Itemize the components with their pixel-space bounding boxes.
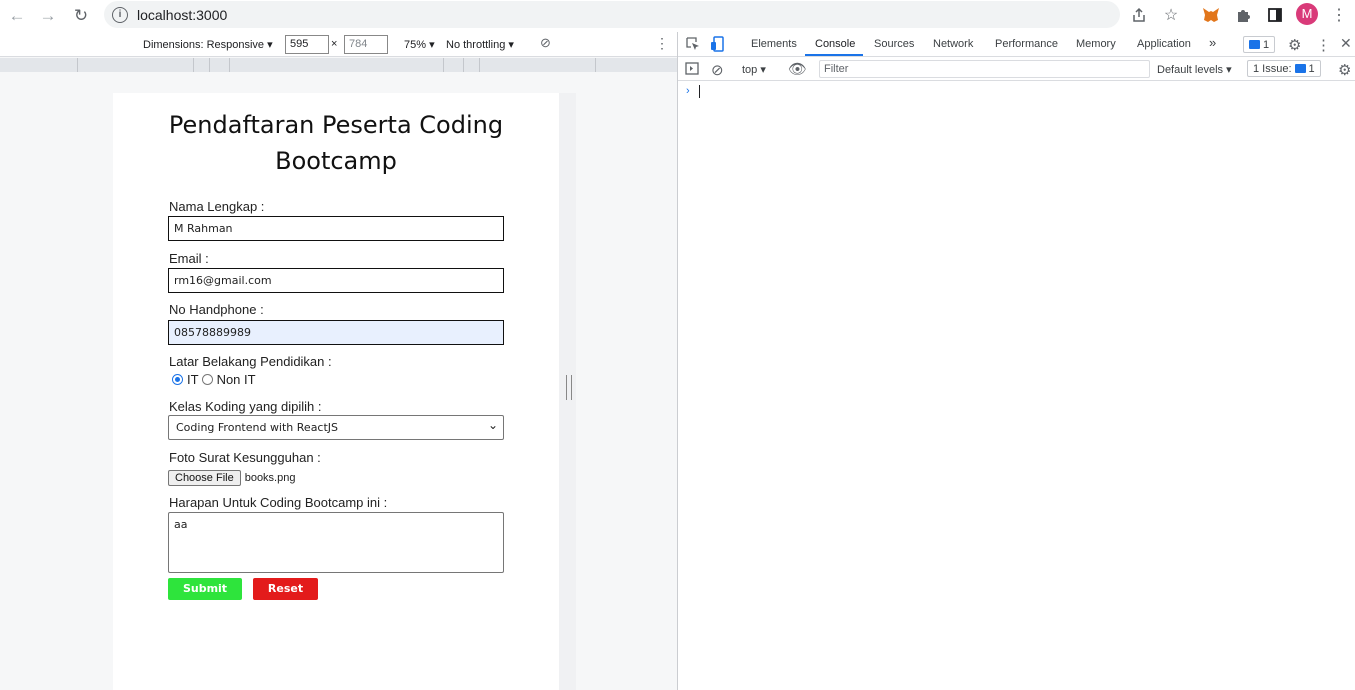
issues-counter-label: 1 Issue: <box>1253 62 1292 75</box>
zoom-label: 75% <box>404 39 427 51</box>
more-icon[interactable]: ⋮ <box>1316 36 1331 54</box>
clear-console-icon[interactable]: ⊘ <box>711 61 724 79</box>
page-title: Pendaftaran Peserta Coding Bootcamp <box>168 111 504 175</box>
browser-toolbar: ← → ↻ i localhost:3000 ☆ M ⋮ <box>0 0 1355 32</box>
console-input-caret[interactable] <box>699 85 700 98</box>
message-icon <box>1249 40 1260 49</box>
rotate-icon[interactable]: ⊘ <box>540 35 551 51</box>
star-icon[interactable]: ☆ <box>1160 4 1182 26</box>
issues-badge[interactable]: 1 <box>1243 36 1276 53</box>
console-settings-icon[interactable]: ⚙ <box>1338 61 1351 79</box>
email-input[interactable]: rm16@gmail.com <box>168 268 504 293</box>
photo-label: Foto Surat Kesungguhan : <box>169 450 321 465</box>
emulated-viewport: Pendaftaran Peserta Coding Bootcamp Nama… <box>113 93 559 690</box>
resize-handle[interactable] <box>566 375 572 400</box>
devtools-panel: Elements Console Sources Network Perform… <box>677 32 1355 690</box>
share-icon[interactable] <box>1128 4 1150 26</box>
issues-counter-count: 1 <box>1308 62 1315 75</box>
issues-badge-count: 1 <box>1263 38 1270 51</box>
tab-memory[interactable]: Memory <box>1076 38 1116 50</box>
tab-console[interactable]: Console <box>815 38 855 50</box>
hope-label: Harapan Untuk Coding Bootcamp ini : <box>169 495 388 510</box>
settings-icon[interactable]: ⚙ <box>1288 36 1301 54</box>
radio-it[interactable] <box>172 374 183 385</box>
profile-avatar[interactable]: M <box>1296 3 1318 25</box>
context-dropdown[interactable]: top ▾ <box>742 63 766 76</box>
info-icon[interactable]: i <box>112 6 128 23</box>
message-icon <box>1294 64 1306 73</box>
more-options-icon[interactable]: ⋮ <box>655 35 669 52</box>
forward-icon[interactable]: → <box>37 5 59 27</box>
console-toolbar: ⊘ top ▾ 👁 Filter Default levels ▾ 1 Issu… <box>678 58 1355 81</box>
phone-input[interactable]: 08578889989 <box>168 320 504 345</box>
device-toolbar: Dimensions: Responsive ▾ 595 × 784 75% ▾… <box>0 32 677 57</box>
log-levels-label: Default levels <box>1157 64 1224 76</box>
zoom-dropdown[interactable]: 75% ▾ <box>404 38 435 51</box>
eye-icon[interactable]: 👁 <box>788 60 807 78</box>
inspect-element-icon[interactable] <box>686 37 700 51</box>
tab-performance[interactable]: Performance <box>995 38 1058 50</box>
sidebar-toggle-icon[interactable] <box>685 62 699 75</box>
class-select[interactable]: Coding Frontend with ReactJS ⌄ <box>168 415 504 440</box>
throttling-dropdown[interactable]: No throttling ▾ <box>446 38 514 51</box>
submit-button[interactable]: Submit <box>168 578 242 600</box>
context-label: top <box>742 64 758 76</box>
file-name: books.png <box>244 472 296 484</box>
throttling-label: No throttling <box>446 39 506 51</box>
radio-non-it[interactable] <box>201 374 213 385</box>
console-prompt: › <box>686 85 690 97</box>
reset-button[interactable]: Reset <box>253 578 318 600</box>
file-input: Choose File books.png <box>168 470 295 486</box>
education-radio-group: IT Non IT <box>172 372 256 387</box>
dimensions-dropdown[interactable]: Dimensions: Responsive ▾ <box>143 38 273 51</box>
name-input[interactable]: M Rahman <box>168 216 504 241</box>
tab-sources[interactable]: Sources <box>874 38 914 50</box>
address-bar[interactable]: i localhost:3000 <box>104 1 1120 28</box>
menu-icon[interactable]: ⋮ <box>1328 4 1350 26</box>
log-levels-dropdown[interactable]: Default levels ▾ <box>1157 63 1232 76</box>
class-select-value: Coding Frontend with ReactJS <box>176 421 339 434</box>
tab-application[interactable]: Application <box>1137 38 1191 50</box>
devtools-tabbar: Elements Console Sources Network Perform… <box>678 32 1355 57</box>
sidepanel-icon[interactable] <box>1264 4 1286 26</box>
metamask-icon[interactable] <box>1200 4 1222 26</box>
extensions-icon[interactable] <box>1232 4 1254 26</box>
device-toggle-icon[interactable] <box>710 36 724 52</box>
close-icon[interactable]: ✕ <box>1340 35 1352 52</box>
width-input[interactable]: 595 <box>285 35 329 54</box>
name-label: Nama Lengkap : <box>169 199 265 214</box>
hope-textarea[interactable]: aa <box>168 512 504 573</box>
reload-icon[interactable]: ↻ <box>70 5 92 27</box>
more-tabs-button[interactable]: » <box>1209 35 1216 50</box>
email-label: Email : <box>169 251 209 266</box>
dimensions-label: Dimensions: Responsive <box>143 39 265 51</box>
url-text: localhost:3000 <box>137 6 228 23</box>
issues-counter[interactable]: 1 Issue: 1 <box>1247 60 1321 77</box>
device-emulation-pane: Dimensions: Responsive ▾ 595 × 784 75% ▾… <box>0 32 677 690</box>
education-label: Latar Belakang Pendidikan : <box>169 354 332 369</box>
back-icon[interactable]: ← <box>6 5 28 27</box>
radio-it-label: IT <box>187 372 199 387</box>
class-label: Kelas Koding yang dipilih : <box>169 399 322 414</box>
filter-input[interactable]: Filter <box>819 60 1150 78</box>
height-input[interactable]: 784 <box>344 35 388 54</box>
choose-file-button[interactable]: Choose File <box>168 470 241 486</box>
active-tab-indicator <box>805 54 863 56</box>
media-query-ruler <box>0 58 677 72</box>
radio-non-it-label: Non IT <box>216 372 256 387</box>
phone-label: No Handphone : <box>169 302 264 317</box>
times-symbol: × <box>331 38 338 50</box>
chevron-down-icon: ⌄ <box>487 418 498 432</box>
tab-network[interactable]: Network <box>933 38 973 50</box>
tab-elements[interactable]: Elements <box>751 38 797 50</box>
